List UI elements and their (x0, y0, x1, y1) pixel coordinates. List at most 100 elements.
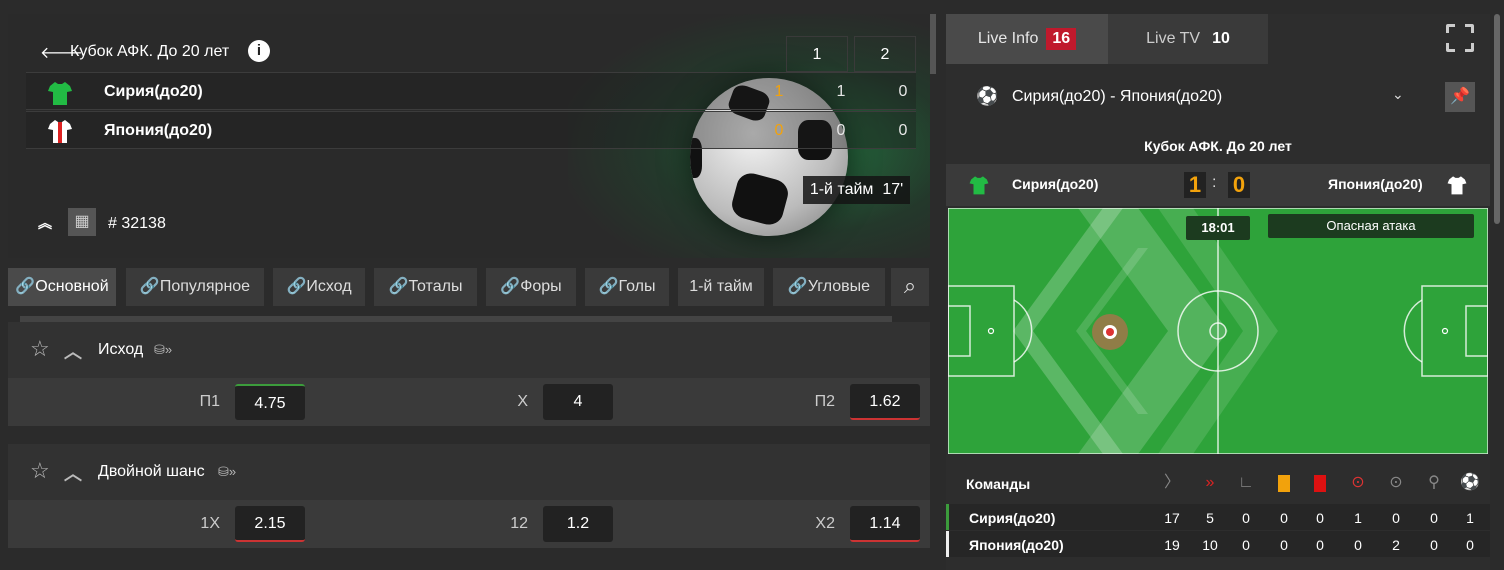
odd-label: X2 (815, 515, 835, 532)
fullscreen-icon[interactable] (1445, 23, 1475, 53)
penalty-icon: ⚲ (1428, 474, 1440, 491)
collapse-chevron-icon[interactable]: ︽ (38, 213, 52, 233)
odd-button[interactable]: 1.62 (850, 384, 920, 420)
home-total-score: 1 (774, 83, 784, 100)
match-time: 1-й тайм 17' (803, 176, 910, 204)
match-clock: 18:01 (1186, 216, 1250, 240)
chevron-up-icon[interactable]: ︿ (64, 338, 82, 364)
odd-label: П2 (814, 393, 835, 410)
stat-value: 5 (1206, 510, 1214, 526)
match-selector[interactable]: ⚽ Сирия(до20) - Япония(до20) ⌄ (946, 74, 1490, 116)
event-label: Опасная атака (1268, 214, 1474, 238)
stat-value: 1 (1354, 510, 1362, 526)
soccer-ball-icon: ⚽ (976, 86, 999, 106)
cashout-icon: ⛁» (218, 464, 237, 479)
stat-value: 0 (1242, 537, 1250, 553)
odd-label: 12 (510, 515, 528, 532)
pin-icon[interactable]: 📌 (1445, 82, 1475, 112)
chevron-up-icon[interactable]: ︿ (64, 460, 82, 486)
odd-button[interactable]: 4.75 (235, 384, 305, 420)
stat-value: 10 (1202, 537, 1218, 553)
away-team-name: Япония(до20) (104, 122, 213, 139)
tab-live-tv[interactable]: Live TV 10 (1108, 14, 1268, 64)
away-p2-score: 0 (898, 122, 908, 139)
away-score: 0 (1228, 172, 1250, 198)
home-score: 1 (1184, 172, 1206, 198)
left-scrollbar[interactable] (930, 14, 936, 74)
shot-on-target-icon: ⊙ (1351, 474, 1365, 491)
stats-header-row: Команды 〉 » ∟ ⊙ ⊙ ⚲ ⚽ (946, 470, 1490, 496)
pitch-lines (948, 208, 1488, 454)
period-header-2: 2 (854, 36, 916, 72)
scoreboard-icon[interactable]: ▦ (68, 208, 96, 236)
odd-button[interactable]: 4 (543, 384, 613, 420)
live-tv-count: 10 (1212, 30, 1230, 47)
tab-handicaps[interactable]: 🔗Форы (486, 268, 576, 306)
stat-value: 0 (1466, 537, 1474, 553)
home-team-name: Сирия(до20) (104, 83, 203, 100)
tab-corners[interactable]: 🔗Угловые (773, 268, 885, 306)
stat-value: 0 (1316, 510, 1324, 526)
tab-main[interactable]: 🔗Основной (8, 268, 116, 306)
stat-value: 2 (1392, 537, 1400, 553)
stat-value: 1 (1466, 510, 1474, 526)
stats-team-name: Сирия(до20) (969, 510, 1056, 526)
red-card-icon (1308, 472, 1332, 494)
chevron-down-icon[interactable]: ⌄ (1392, 86, 1404, 103)
home-jersey-icon (969, 176, 989, 195)
stat-value: 0 (1392, 510, 1400, 526)
odd-button[interactable]: 1.2 (543, 506, 613, 542)
stat-value: 0 (1354, 537, 1362, 553)
market-header-double-chance[interactable]: ☆ ︿ Двойной шанс ⛁» (8, 444, 930, 500)
live-info-count-badge: 16 (1046, 28, 1077, 50)
odd-label: 1X (200, 515, 220, 532)
odd-button[interactable]: 2.15 (235, 506, 305, 542)
shot-off-target-icon: ⊙ (1389, 474, 1403, 491)
tab-outcome[interactable]: 🔗Исход (273, 268, 365, 306)
home-jersey-icon (48, 82, 72, 105)
odd-button[interactable]: 1.14 (850, 506, 920, 542)
team-row-away: Япония(до20) 0 0 0 (26, 111, 916, 149)
stats-row-home: Сирия(до20) 17 5 0 0 0 1 0 0 1 (946, 504, 1490, 530)
stat-value: 0 (1430, 537, 1438, 553)
stat-value: 0 (1430, 510, 1438, 526)
cashout-icon: ⛁» (154, 342, 173, 357)
odd-label: X (517, 393, 528, 410)
home-p1-score: 1 (836, 83, 846, 100)
market-header-outcome[interactable]: ☆ ︿ Исход ⛁» (8, 322, 930, 378)
star-icon[interactable]: ☆ (30, 336, 50, 362)
tab-live-info[interactable]: Live Info 16 (946, 14, 1108, 64)
ball-position-marker (1092, 314, 1128, 350)
search-icon[interactable]: ⌕ (891, 268, 929, 306)
tab-totals[interactable]: 🔗Тоталы (374, 268, 477, 306)
pitch-visualization: 18:01 Опасная атака (948, 208, 1488, 454)
star-icon[interactable]: ☆ (30, 458, 50, 484)
tab-popular[interactable]: 🔗Популярное (126, 268, 264, 306)
period-header-1: 1 (786, 36, 848, 72)
away-total-score: 0 (774, 122, 784, 139)
stats-header: Команды (966, 476, 1031, 492)
stat-value: 17 (1164, 510, 1180, 526)
live-panel: Live Info 16 Live TV 10 ⚽ Сирия(до20) - Яп… (946, 14, 1490, 570)
stat-value: 0 (1316, 537, 1324, 553)
odds-row-outcome: П1 4.75 X 4 П2 1.62 (8, 378, 930, 426)
away-team-name: Япония(до20) (1328, 176, 1423, 192)
stat-value: 0 (1280, 510, 1288, 526)
match-number: # 32138 (108, 215, 166, 232)
tab-goals[interactable]: 🔗Голы (585, 268, 669, 306)
odd-label: П1 (199, 393, 220, 410)
scoreboard: Сирия(до20) 1 : 0 Япония(до20) (946, 164, 1490, 206)
right-scrollbar[interactable] (1494, 14, 1500, 224)
tab-first-half[interactable]: 1-й тайм (678, 268, 764, 306)
period-label: 1-й тайм (809, 181, 874, 198)
info-icon[interactable]: i (248, 40, 270, 62)
stat-value: 19 (1164, 537, 1180, 553)
match-select-label: Сирия(до20) - Япония(до20) (1012, 88, 1223, 105)
tournament-title: Кубок АФК. До 20 лет (70, 43, 230, 60)
match-header: 🡐 Кубок АФК. До 20 лет i 1 2 Сирия(до20)… (8, 14, 930, 258)
market-title: Исход (98, 341, 144, 358)
corner-icon: ∟ (1238, 474, 1254, 491)
odds-row-double-chance: 1X 2.15 12 1.2 X2 1.14 (8, 500, 930, 548)
attack-icon: 〉 (1163, 474, 1180, 491)
stat-value: 0 (1242, 510, 1250, 526)
